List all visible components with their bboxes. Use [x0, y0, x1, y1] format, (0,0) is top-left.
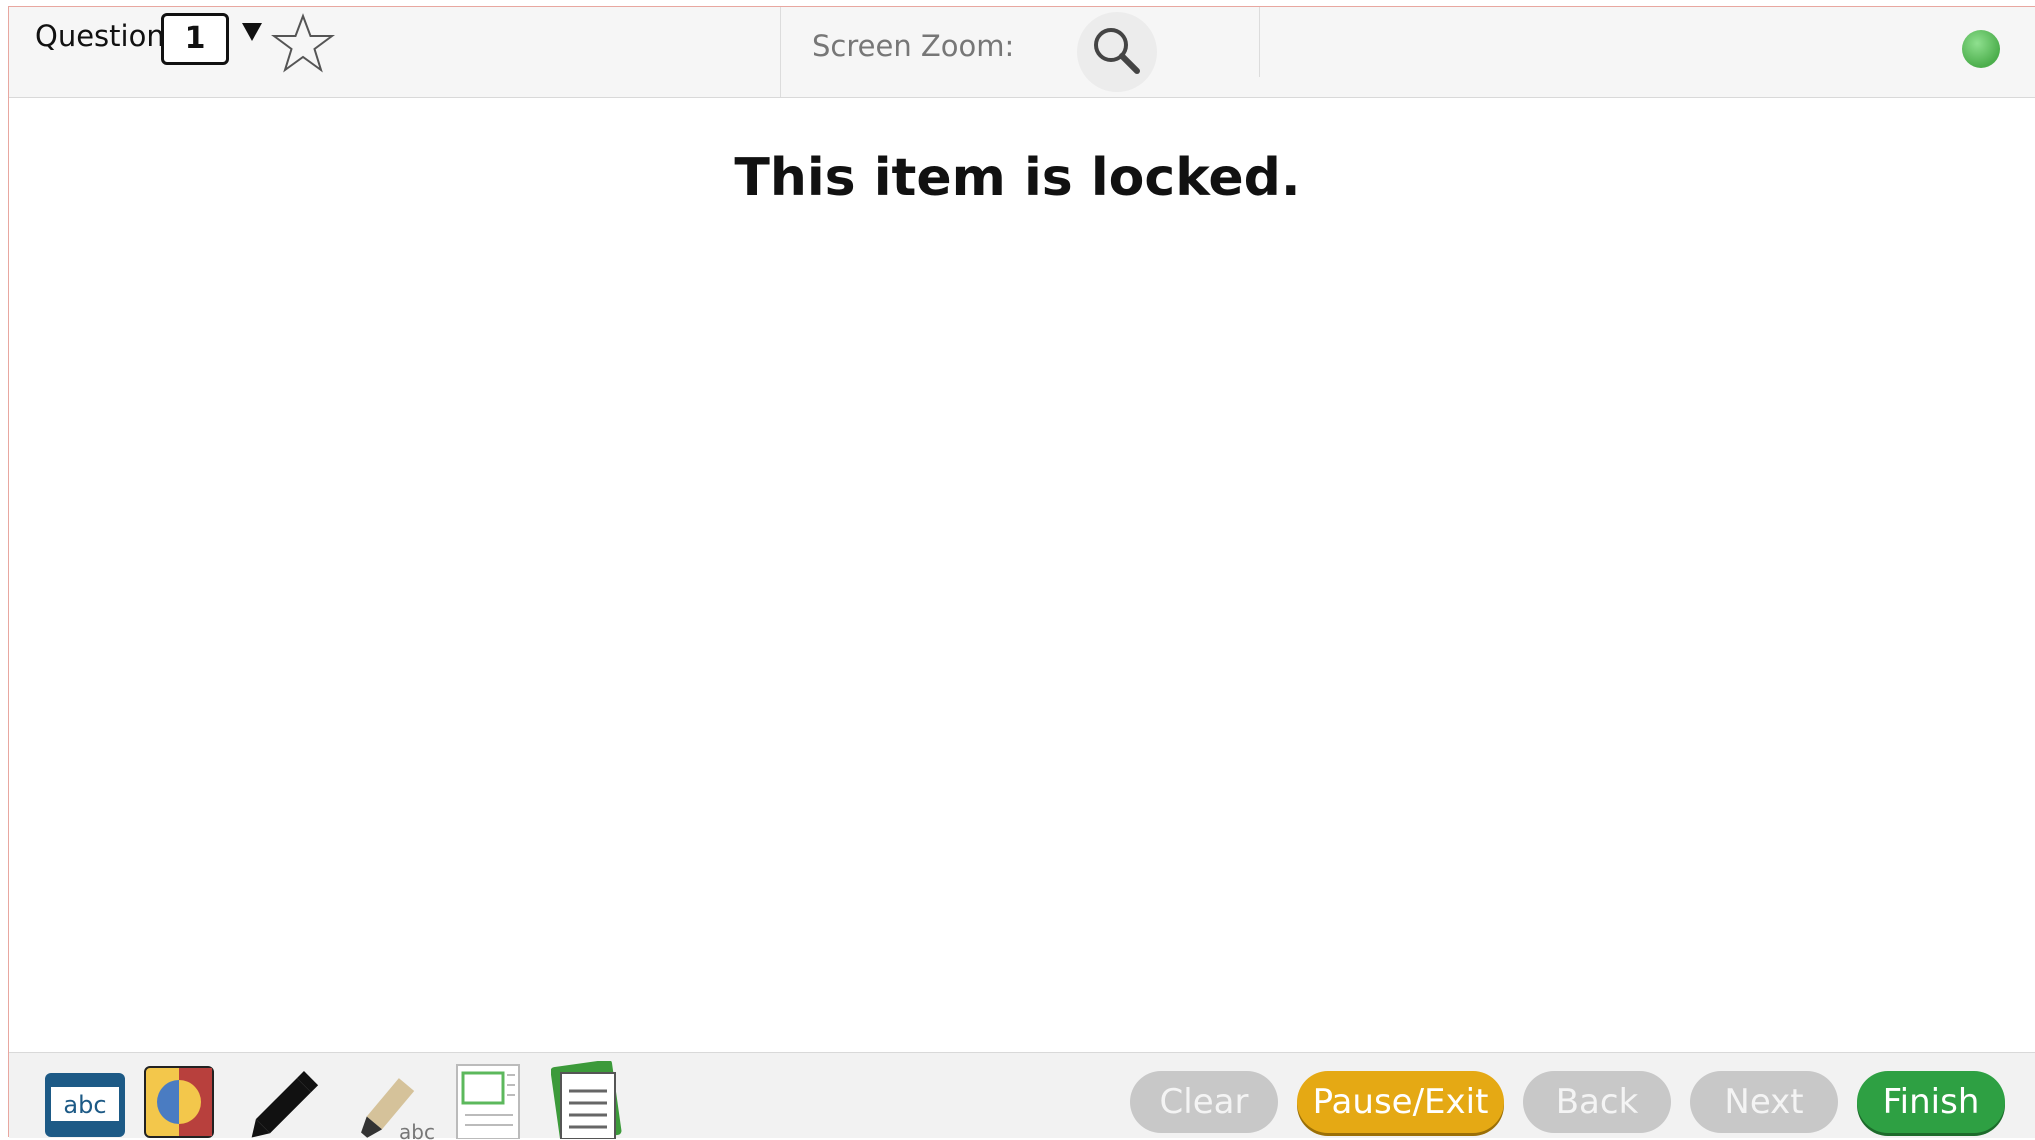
magnifier-icon — [1094, 28, 1140, 74]
notes-icon[interactable] — [455, 1063, 525, 1139]
highlighter-label: abc — [399, 1120, 435, 1140]
notepad-icon[interactable] — [551, 1061, 623, 1139]
question-dropdown-icon[interactable] — [237, 17, 267, 47]
highlighter-icon[interactable]: abc — [347, 1065, 437, 1140]
header-divider — [1259, 7, 1260, 77]
connection-status-icon — [1962, 30, 2000, 68]
question-number-box[interactable]: 1 — [161, 13, 229, 65]
clear-button[interactable]: Clear — [1130, 1071, 1278, 1133]
line-reader-icon[interactable]: abc — [45, 1073, 125, 1137]
question-label: Question — [35, 19, 165, 53]
header-divider — [780, 7, 781, 97]
pause-exit-button[interactable]: Pause/Exit — [1297, 1071, 1504, 1133]
pencil-icon[interactable] — [247, 1065, 327, 1140]
top-toolbar: Question 1 Screen Zoom: — [9, 7, 2035, 98]
screen-zoom-label: Screen Zoom: — [812, 29, 1015, 63]
next-button[interactable]: Next — [1690, 1071, 1838, 1133]
zoom-button[interactable] — [1077, 12, 1157, 92]
back-button[interactable]: Back — [1523, 1071, 1671, 1133]
finish-button[interactable]: Finish — [1857, 1071, 2005, 1133]
line-reader-label: abc — [63, 1091, 106, 1119]
bottom-toolbar: abc abc Clear Pause/Exit Back Next Finis… — [9, 1052, 2035, 1140]
locked-message: This item is locked. — [734, 148, 1301, 208]
contrast-icon[interactable] — [144, 1066, 214, 1138]
flag-star-icon[interactable] — [271, 13, 335, 75]
